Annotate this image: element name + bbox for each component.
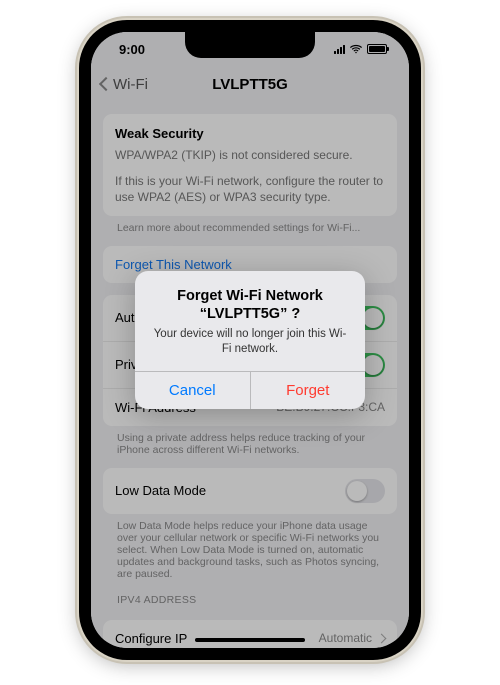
modal-overlay: Forget Wi-Fi Network “LVLPTT5G” ? Your d…	[91, 32, 409, 648]
alert-dialog: Forget Wi-Fi Network “LVLPTT5G” ? Your d…	[135, 271, 365, 409]
alert-title: Forget Wi-Fi Network “LVLPTT5G” ?	[149, 287, 351, 323]
alert-forget-button[interactable]: Forget	[251, 372, 366, 409]
phone-frame: 9:00 Wi-Fi LVLPTT5G Weak Secu	[79, 20, 421, 660]
alert-message: Your device will no longer join this Wi-…	[149, 327, 351, 357]
screen: 9:00 Wi-Fi LVLPTT5G Weak Secu	[91, 32, 409, 648]
alert-cancel-button[interactable]: Cancel	[135, 372, 251, 409]
notch	[185, 32, 315, 58]
home-indicator[interactable]	[195, 638, 305, 642]
